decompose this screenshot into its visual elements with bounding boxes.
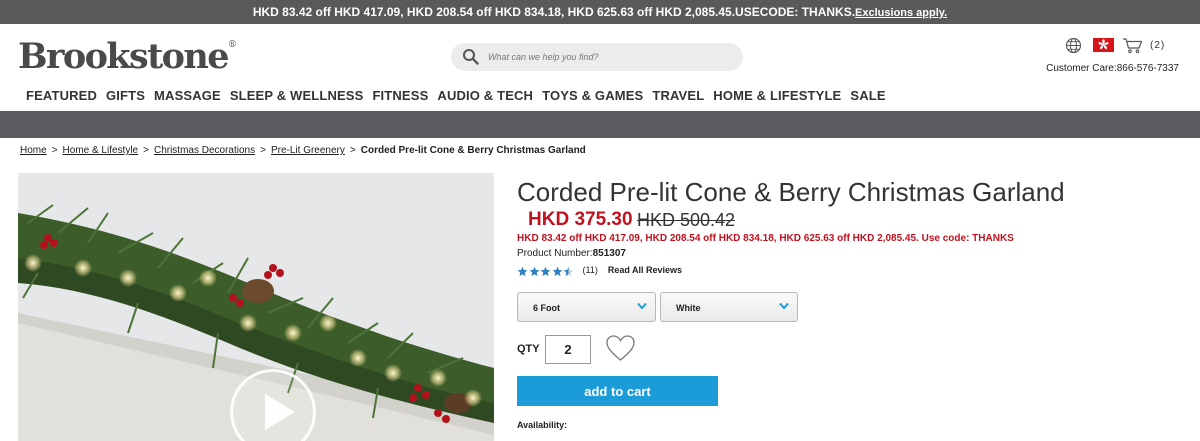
logo-text: Brookstone	[18, 36, 230, 77]
play-icon	[265, 394, 295, 430]
breadcrumb: Home > Home & Lifestyle > Christmas Decorati…	[20, 145, 586, 156]
nav-fitness[interactable]: FITNESS	[372, 88, 428, 103]
globe-icon[interactable]	[1065, 37, 1082, 54]
breadcrumb-christmas-decorations[interactable]: Christmas Decorations	[154, 145, 255, 156]
breadcrumb-separator: >	[349, 145, 356, 156]
nav-massage[interactable]: MASSAGE	[154, 88, 221, 103]
shopping-cart-icon[interactable]	[1122, 37, 1144, 54]
search-input[interactable]	[488, 48, 728, 66]
breadcrumb-separator: >	[260, 145, 266, 156]
nav-sale[interactable]: SALE	[850, 88, 885, 103]
star-icon	[529, 264, 540, 277]
chevron-down-icon	[637, 302, 647, 310]
product-title: Corded Pre-lit Cone & Berry Christmas Ga…	[517, 177, 1065, 207]
product-number-label: Product Number:	[517, 248, 593, 259]
star-icon	[540, 264, 551, 277]
nav-featured[interactable]: FEATURED	[26, 88, 97, 103]
star-icon	[563, 264, 574, 277]
product-number-value: 851307	[592, 248, 626, 259]
add-to-cart-button[interactable]: add to cart	[517, 376, 718, 406]
star-icon	[552, 264, 563, 277]
customer-care: Customer Care:866-576-7337	[1046, 63, 1179, 74]
size-select[interactable]: 6 Foot	[517, 292, 656, 322]
nav-gifts[interactable]: GIFTS	[106, 88, 145, 103]
breadcrumb-pre-lit-greenery[interactable]: Pre-Lit Greenery	[271, 145, 345, 156]
qty-label: QTY	[517, 343, 540, 355]
nav-travel[interactable]: TRAVEL	[652, 88, 704, 103]
read-all-reviews-link[interactable]: Read All Reviews	[608, 265, 682, 275]
original-price: HKD 500.42	[637, 210, 736, 230]
nav-home-lifestyle[interactable]: HOME & LIFESTYLE	[713, 88, 841, 103]
color-select-value: White	[676, 303, 701, 313]
promo-bar: HKD 83.42 off HKD 417.09, HKD 208.54 off…	[0, 0, 1200, 24]
registered-mark: ®	[227, 40, 237, 50]
brookstone-logo[interactable]: Brookstone®	[18, 36, 237, 77]
promo-text: HKD 83.42 off HKD 417.09, HKD 208.54 off…	[252, 5, 856, 19]
color-select[interactable]: White	[660, 292, 798, 322]
breadcrumb-home[interactable]: Home	[20, 145, 47, 156]
sale-price: HKD 375.30	[528, 209, 633, 230]
quantity-input[interactable]	[545, 335, 591, 364]
star-icon	[517, 264, 528, 277]
main-nav: FEATURED GIFTS MASSAGE SLEEP & WELLNESS …	[26, 88, 895, 103]
secondary-banner	[0, 111, 1200, 138]
breadcrumb-separator: >	[143, 145, 149, 156]
star-rating[interactable]	[517, 264, 575, 277]
exclusions-link[interactable]: Exclusions apply.	[855, 7, 947, 19]
nav-sleep-wellness[interactable]: SLEEP & WELLNESS	[230, 88, 364, 103]
breadcrumb-separator: >	[51, 145, 58, 156]
chevron-down-icon	[779, 302, 789, 310]
cart-count[interactable]: (2)	[1150, 40, 1165, 51]
size-select-value: 6 Foot	[533, 303, 560, 313]
search-bar[interactable]	[451, 43, 743, 71]
rating-row: (11) Read All Reviews	[517, 264, 682, 277]
breadcrumb-current: Corded Pre-lit Cone & Berry Christmas Ga…	[360, 145, 586, 156]
product-number: Product Number:851307	[517, 248, 626, 259]
breadcrumb-home-lifestyle[interactable]: Home & Lifestyle	[63, 145, 139, 156]
product-promo-text: HKD 83.42 off HKD 417.09, HKD 208.54 off…	[517, 233, 1014, 244]
hong-kong-flag-icon[interactable]	[1093, 38, 1114, 52]
search-icon[interactable]	[462, 48, 480, 66]
review-count: (11)	[582, 264, 598, 275]
availability-label: Availability:	[517, 420, 568, 430]
wishlist-heart-icon[interactable]	[605, 334, 636, 362]
nav-toys-games[interactable]: TOYS & GAMES	[542, 88, 643, 103]
product-image[interactable]	[18, 173, 494, 441]
nav-audio-tech[interactable]: AUDIO & TECH	[437, 88, 533, 103]
